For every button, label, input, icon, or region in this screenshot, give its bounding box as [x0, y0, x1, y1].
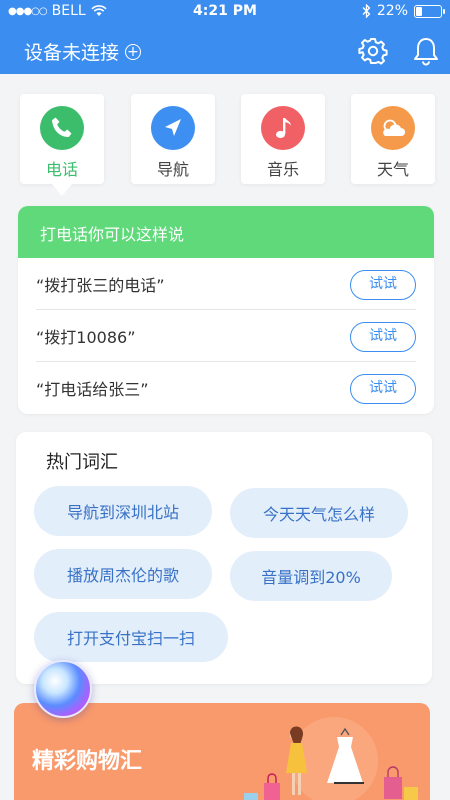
device-connect-button[interactable]: 设备未连接 +: [24, 38, 142, 65]
hot-word-chip[interactable]: 今天天气怎么样: [230, 488, 408, 538]
phone-icon: [40, 106, 84, 150]
music-note-icon: [261, 106, 305, 150]
hot-word-chip[interactable]: 导航到深圳北站: [34, 486, 212, 536]
navigation-arrow-icon: [151, 106, 195, 150]
cloud-sun-icon: [371, 106, 415, 150]
battery-percent: 22%: [376, 3, 408, 19]
tab-navigation[interactable]: 导航: [131, 94, 215, 184]
command-example: “打电话给张三”: [36, 380, 149, 399]
hot-word-chip[interactable]: 播放周杰伦的歌: [34, 549, 212, 599]
settings-button[interactable]: [358, 36, 388, 66]
battery-level: [416, 6, 422, 16]
tab-label: 电话: [45, 160, 78, 179]
notifications-button[interactable]: [412, 36, 442, 66]
hot-words-card: 热门词汇 导航到深圳北站 今天天气怎么样 播放周杰伦的歌 音量调到20% 打开支…: [16, 432, 432, 684]
tab-label: 音乐: [266, 160, 299, 179]
gear-icon: [358, 38, 388, 65]
plus-circle-icon: +: [125, 43, 142, 60]
command-suggestions-card: 打电话你可以这样说 “拨打张三的电话” 试试 “拨打10086” 试试 “打电话…: [18, 206, 434, 414]
bluetooth-icon: [362, 4, 371, 18]
tab-label: 导航: [156, 160, 189, 179]
voice-assistant-button[interactable]: [34, 660, 92, 718]
active-tab-pointer: [52, 184, 72, 196]
device-status-title: 设备未连接: [24, 42, 120, 64]
tab-weather[interactable]: 天气: [351, 94, 435, 184]
battery-icon: [414, 4, 445, 18]
app-header: 设备未连接 +: [0, 30, 450, 74]
try-button[interactable]: 试试: [350, 270, 416, 300]
command-example: “拨打10086”: [36, 328, 136, 347]
shopping-banner-title: 精彩购物汇: [32, 749, 143, 774]
hot-word-chip[interactable]: 打开支付宝扫一扫: [34, 612, 228, 662]
list-item: “拨打张三的电话” 试试: [36, 258, 416, 310]
tab-label: 天气: [376, 160, 409, 179]
try-button[interactable]: 试试: [350, 322, 416, 352]
hot-word-chip[interactable]: 音量调到20%: [230, 551, 392, 601]
tab-phone[interactable]: 电话: [20, 94, 104, 184]
status-bar: ●●●○○ BELL 4:21 PM 22%: [0, 0, 450, 24]
tab-music[interactable]: 音乐: [241, 94, 325, 184]
status-right: 22%: [362, 3, 445, 19]
bell-icon: [414, 38, 438, 66]
list-item: “打电话给张三” 试试: [36, 362, 416, 414]
shopping-banner[interactable]: 精彩购物汇: [14, 703, 430, 800]
hot-words-title: 热门词汇: [46, 452, 118, 473]
command-example: “拨打张三的电话”: [36, 276, 165, 295]
try-button[interactable]: 试试: [350, 374, 416, 404]
shopping-illustration: [244, 717, 418, 800]
list-item: “拨打10086” 试试: [36, 310, 416, 362]
command-card-heading: 打电话你可以这样说: [18, 206, 434, 258]
